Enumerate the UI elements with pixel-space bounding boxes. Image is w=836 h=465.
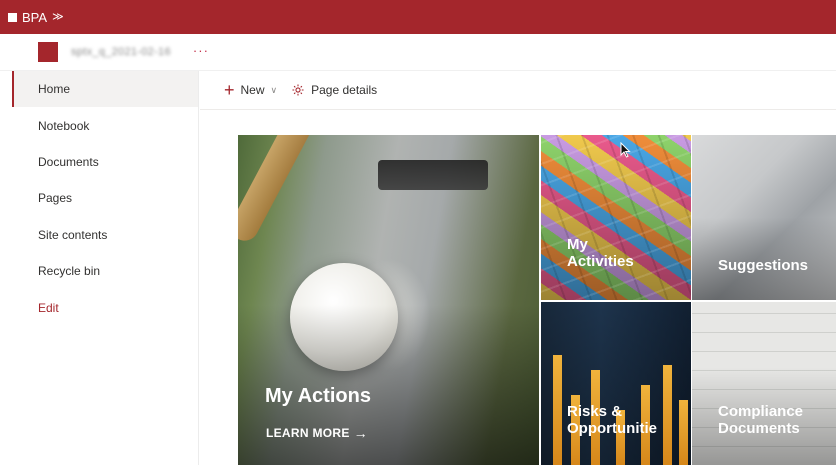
nav-item-label: Site contents bbox=[38, 227, 108, 242]
nav-item-home[interactable]: Home bbox=[12, 71, 198, 108]
more-options-icon[interactable]: ··· bbox=[193, 43, 209, 58]
chart-bar-image bbox=[679, 400, 688, 465]
plus-icon[interactable]: + bbox=[224, 81, 235, 99]
nav-item-label: Home bbox=[38, 82, 71, 97]
hero-image-bat bbox=[238, 135, 345, 246]
nav-edit-link[interactable]: Edit bbox=[12, 289, 198, 325]
chart-bar-image bbox=[553, 355, 562, 465]
chart-bar-image bbox=[663, 365, 672, 465]
hero-tile-compliance-documents[interactable]: Compliance Documents bbox=[692, 302, 836, 465]
nav-item-site-contents[interactable]: Site contents bbox=[12, 217, 198, 253]
sharepoint-window: BPA ≫ sptx_q_2021-02-16 ··· Home Noteboo… bbox=[0, 0, 836, 465]
tile-title-line: Compliance bbox=[718, 403, 804, 420]
nav-item-label: Documents bbox=[38, 154, 99, 169]
gear-icon[interactable] bbox=[291, 83, 305, 97]
learn-more-link[interactable]: LEARN MORE → bbox=[266, 425, 368, 441]
site-header: sptx_q_2021-02-16 ··· bbox=[0, 34, 836, 71]
tile-title: Compliance Documents bbox=[718, 403, 803, 438]
sticky-notes-image bbox=[541, 135, 691, 300]
hero-tile-my-activities[interactable]: My Activities bbox=[541, 135, 691, 300]
nav-item-label: Recycle bin bbox=[38, 264, 101, 279]
chevron-down-icon[interactable]: ∨ bbox=[271, 85, 278, 96]
tile-title-line: My bbox=[567, 236, 588, 253]
nav-item-recycle-bin[interactable]: Recycle bin bbox=[12, 253, 198, 289]
arrow-right-icon: → bbox=[353, 425, 368, 441]
hero-tile-risks-opportunities[interactable]: Risks & Opportunitie bbox=[541, 302, 691, 465]
mouse-pointer-icon bbox=[620, 141, 631, 163]
learn-more-label: LEARN MORE bbox=[266, 426, 350, 440]
double-chevron-down-icon[interactable]: ≫ bbox=[52, 11, 64, 23]
hero-image-belt bbox=[378, 160, 488, 190]
hero-tile-suggestions[interactable]: Suggestions bbox=[692, 135, 836, 300]
site-name[interactable]: sptx_q_2021-02-16 bbox=[71, 46, 171, 58]
tile-title-line: Activities bbox=[567, 253, 634, 271]
suite-bar: BPA ≫ bbox=[0, 0, 836, 34]
nav-item-label: Edit bbox=[38, 300, 59, 315]
app-launcher-icon[interactable] bbox=[8, 12, 17, 22]
nav-item-label: Notebook bbox=[38, 118, 90, 133]
hero-web-part: My Actions LEARN MORE → My Activities Su… bbox=[238, 135, 836, 465]
left-navigation: Home Notebook Documents Pages Site conte… bbox=[12, 71, 199, 465]
page-details-button[interactable]: Page details bbox=[311, 83, 377, 97]
tile-shade bbox=[692, 135, 836, 300]
nav-item-pages[interactable]: Pages bbox=[12, 180, 198, 216]
suite-title[interactable]: BPA bbox=[22, 10, 47, 25]
tile-title: Suggestions bbox=[718, 257, 809, 274]
hero-tile-my-actions[interactable]: My Actions LEARN MORE → bbox=[238, 135, 539, 465]
new-button[interactable]: New bbox=[241, 83, 265, 97]
command-bar: + New ∨ Page details bbox=[200, 71, 836, 110]
tile-title: Risks & Opportunitie bbox=[567, 403, 657, 438]
tile-title-line: Documents bbox=[718, 420, 800, 438]
hero-title: My Actions bbox=[265, 385, 371, 407]
site-logo[interactable] bbox=[38, 42, 58, 62]
nav-item-label: Pages bbox=[38, 191, 73, 206]
tile-title-line: Risks & bbox=[567, 403, 623, 420]
tile-title-line: Opportunitie bbox=[567, 420, 657, 438]
tile-title: My Activities bbox=[567, 236, 634, 271]
nav-item-documents[interactable]: Documents bbox=[12, 144, 198, 180]
nav-item-notebook[interactable]: Notebook bbox=[12, 107, 198, 143]
